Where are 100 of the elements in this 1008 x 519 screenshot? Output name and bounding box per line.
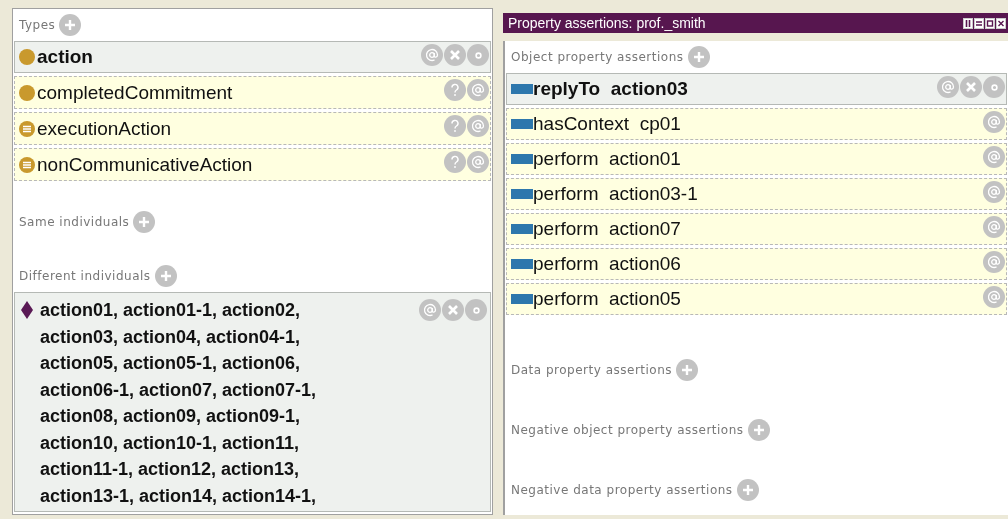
add-button[interactable] — [736, 479, 759, 501]
property-assertion: perform action07 — [533, 218, 682, 240]
object-property-icon — [511, 119, 533, 129]
section-label: Same individuals — [19, 215, 130, 229]
explain-button[interactable] — [444, 151, 466, 173]
object-property-icon — [511, 294, 533, 304]
annotate-button[interactable] — [983, 181, 1005, 203]
close-icon — [448, 305, 458, 315]
annotation-icon — [987, 185, 1001, 199]
annotation-icon — [423, 303, 437, 317]
individuals-line: action05, action05-1, action06, — [40, 352, 302, 375]
section-label: Negative object property assertions — [511, 423, 744, 437]
different-individuals-row[interactable] — [14, 292, 491, 512]
delete-button[interactable] — [444, 44, 466, 66]
plus-icon — [742, 485, 753, 495]
plus-icon — [693, 52, 704, 62]
property-row[interactable]: perform action05 — [506, 283, 1007, 315]
panel-title: Property assertions: prof._smith — [508, 15, 706, 31]
annotate-button[interactable] — [983, 251, 1005, 273]
type-row[interactable]: completedCommitment — [14, 76, 491, 109]
section-label: Data property assertions — [511, 363, 673, 377]
annotate-button[interactable] — [983, 111, 1005, 133]
individuals-line: action08, action09, action09-1, — [40, 405, 302, 428]
type-row[interactable]: nonCommunicativeAction — [14, 148, 491, 181]
maximize-icon — [985, 17, 995, 29]
close-icon — [966, 82, 976, 92]
individuals-line: action13-1, action14, action14-1, — [40, 484, 318, 508]
type-row[interactable]: executionAction — [14, 112, 491, 145]
property-assertion: perform action06 — [533, 253, 682, 275]
annotate-button[interactable] — [467, 151, 489, 173]
section-label: Negative data property assertions — [511, 483, 733, 497]
plus-icon — [65, 20, 76, 30]
annotate-button[interactable] — [983, 146, 1005, 168]
individuals-line: action01, action01-1, action02, — [40, 299, 302, 322]
property-row[interactable]: perform action06 — [506, 248, 1007, 280]
annotation-icon — [471, 155, 485, 169]
annotate-button[interactable] — [421, 44, 443, 66]
plus-icon — [682, 365, 693, 375]
annotate-button[interactable] — [467, 115, 489, 137]
question-icon — [450, 83, 460, 97]
annotation-icon — [987, 220, 1001, 234]
add-button[interactable] — [59, 14, 82, 36]
annotate-button[interactable] — [983, 286, 1005, 308]
object-property-icon — [511, 154, 533, 164]
type-label: executionAction — [37, 117, 173, 140]
object-property-icon — [511, 224, 533, 234]
annotate-button[interactable] — [983, 216, 1005, 238]
annotation-icon — [471, 83, 485, 97]
circle-icon — [472, 306, 480, 314]
close-icon — [450, 50, 460, 60]
annotate-button[interactable] — [937, 76, 959, 98]
annotation-icon — [471, 119, 485, 133]
circle-icon — [474, 51, 482, 59]
property-assertion: perform action05 — [533, 288, 682, 310]
individuals-line: action10, action10-1, action11, — [40, 431, 301, 455]
property-row[interactable]: perform action03-1 — [506, 178, 1007, 210]
type-label: nonCommunicativeAction — [37, 153, 254, 176]
add-button[interactable] — [133, 211, 156, 233]
split-icon — [963, 17, 973, 29]
property-row[interactable]: perform action01 — [506, 143, 1007, 175]
property-assertion: perform action01 — [533, 148, 682, 170]
property-row[interactable]: perform action07 — [506, 213, 1007, 245]
delete-button[interactable] — [442, 299, 464, 321]
circle-icon — [990, 83, 998, 91]
add-button[interactable] — [687, 46, 710, 68]
add-button[interactable] — [676, 359, 699, 381]
annotation-icon — [425, 48, 439, 62]
individual-icon — [21, 301, 33, 319]
property-assertion: perform action03-1 — [533, 183, 699, 205]
annotation-icon — [987, 115, 1001, 129]
individuals-line: action11-1, action12, action13, — [40, 458, 301, 481]
property-row[interactable]: hasContext cp01 — [506, 108, 1007, 140]
edit-button[interactable] — [467, 44, 489, 66]
type-label: action — [37, 46, 94, 68]
annotate-button[interactable] — [419, 299, 441, 321]
annotation-icon — [987, 255, 1001, 269]
edit-button[interactable] — [983, 76, 1005, 98]
object-property-icon — [511, 189, 533, 199]
edit-button[interactable] — [465, 299, 487, 321]
property-assertion: replyTo action03 — [533, 78, 689, 100]
annotate-button[interactable] — [467, 79, 489, 101]
add-button[interactable] — [747, 419, 770, 441]
individuals-line: action03, action04, action04-1, — [40, 325, 302, 349]
annotation-icon — [987, 290, 1001, 304]
explain-button[interactable] — [444, 79, 466, 101]
explain-button[interactable] — [444, 115, 466, 137]
minimize-icon — [974, 17, 984, 29]
type-label: completedCommitment — [37, 81, 234, 104]
section-label: Types — [19, 18, 56, 32]
annotation-icon — [941, 80, 955, 94]
add-button[interactable] — [154, 265, 177, 287]
question-icon — [450, 119, 460, 133]
question-icon — [450, 155, 460, 169]
individuals-line: action06-1, action07, action07-1, — [40, 378, 318, 402]
section-label: Object property assertions — [511, 50, 684, 64]
plus-icon — [753, 425, 764, 435]
property-assertion: hasContext cp01 — [533, 113, 682, 135]
object-property-icon — [511, 84, 533, 94]
delete-button[interactable] — [960, 76, 982, 98]
section-label: Different individuals — [19, 269, 151, 283]
